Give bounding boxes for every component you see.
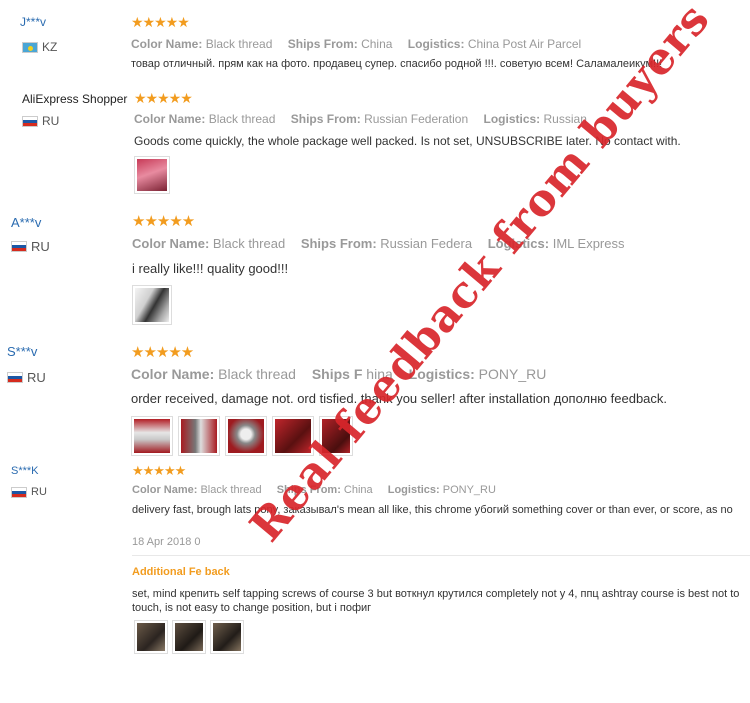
reviewer-name[interactable]: A***v	[11, 215, 41, 230]
review-5: S***K RU ★★★★★ Color Name: Black thread …	[0, 460, 750, 703]
review-meta: Color Name: Black thread Ships F hina Lo…	[131, 366, 558, 382]
kz-flag-icon	[22, 41, 38, 53]
reviewer-name[interactable]: AliExpress Shopper	[22, 92, 127, 106]
ships-value: Russian Federation	[364, 112, 469, 126]
review-meta: Color Name: Black thread Ships From: Chi…	[131, 37, 593, 51]
review-photo[interactable]	[132, 285, 172, 325]
color-label: Color Name:	[132, 484, 198, 496]
logistics-value: IML Express	[552, 236, 625, 251]
color-label: Color Name:	[131, 37, 203, 51]
rating-stars: ★★★★★	[134, 90, 193, 106]
reviewer-name[interactable]: S***v	[7, 344, 37, 359]
rating-stars: ★★★★★	[131, 14, 190, 30]
rating-stars: ★★★★★	[131, 344, 194, 361]
logistics-value: China Post Air Parcel	[467, 37, 582, 51]
review-photo[interactable]	[172, 620, 206, 654]
ships-label: Ships From:	[287, 37, 358, 51]
ships-value: hina	[366, 366, 393, 382]
color-label: Color Name:	[131, 366, 215, 382]
color-label: Color Name:	[134, 112, 206, 126]
reviewer-country: RU	[7, 370, 46, 385]
review-photo[interactable]	[225, 416, 267, 456]
ships-label: Ships From:	[290, 112, 361, 126]
color-value: Black thread	[208, 112, 276, 126]
review-1: J***v KZ ★★★★★ Color Name: Black thread …	[0, 0, 750, 78]
logistics-label: Logistics:	[407, 37, 465, 51]
additional-feedback-label: Additional Fe back	[132, 566, 230, 578]
review-date: 18 Apr 2018 0	[132, 536, 201, 548]
ships-value: China	[361, 37, 393, 51]
review-photo[interactable]	[210, 620, 244, 654]
color-value: Black thread	[200, 484, 262, 496]
color-value: Black thread	[205, 37, 273, 51]
ships-label: Ships From:	[300, 236, 377, 251]
color-label: Color Name:	[132, 236, 210, 251]
reviewer-name[interactable]: S***K	[11, 465, 39, 477]
country-code: RU	[42, 114, 60, 128]
country-code: RU	[31, 486, 47, 498]
ru-flag-icon	[7, 372, 23, 383]
reviewer-country: RU	[11, 486, 47, 498]
review-text: order received, damage not. ord tisfied.…	[131, 391, 668, 406]
logistics-value: PONY_RU	[442, 484, 496, 496]
country-code: RU	[31, 239, 50, 254]
logistics-label: Logistics:	[387, 484, 440, 496]
review-photo[interactable]	[178, 416, 220, 456]
color-value: Black thread	[218, 366, 296, 382]
review-photos	[131, 416, 353, 456]
review-meta: Color Name: Black thread Ships From: Rus…	[134, 112, 599, 126]
review-photo[interactable]	[134, 156, 170, 194]
rating-stars: ★★★★★	[132, 463, 186, 478]
review-photo[interactable]	[131, 416, 173, 456]
review-text: i really like!!! quality good!!!	[132, 261, 289, 276]
reviewer-name[interactable]: J***v	[20, 15, 46, 29]
ru-flag-icon	[11, 241, 27, 252]
review-photos	[134, 620, 244, 654]
review-text: товар отличный. прям как на фото. продав…	[131, 58, 663, 70]
review-2: AliExpress Shopper RU ★★★★★ Color Name: …	[0, 84, 750, 204]
review-photo[interactable]	[134, 620, 168, 654]
logistics-label: Logistics:	[483, 112, 541, 126]
review-3: A***v RU ★★★★★ Color Name: Black thread …	[0, 205, 750, 335]
country-code: KZ	[42, 40, 58, 54]
divider	[132, 555, 750, 556]
additional-feedback-text: set, mind крепить self tapping screws of…	[132, 588, 740, 614]
ships-value: Russian Federa	[380, 236, 473, 251]
logistics-value: PONY_RU	[478, 366, 547, 382]
review-text: delivery fast, brough lats pony, заказыв…	[132, 504, 733, 516]
review-photo[interactable]	[272, 416, 314, 456]
reviewer-country: RU	[11, 239, 50, 254]
ships-label: Ships From:	[276, 484, 341, 496]
ru-flag-icon	[11, 486, 27, 498]
review-text: Goods come quickly, the whole package we…	[134, 134, 681, 148]
reviewer-country: KZ	[22, 40, 57, 54]
review-photo[interactable]	[319, 416, 353, 456]
reviewer-country: RU	[22, 114, 59, 128]
country-code: RU	[27, 370, 46, 385]
review-photos	[134, 156, 170, 194]
review-meta: Color Name: Black thread Ships From: Chi…	[132, 484, 508, 496]
ships-label: Ships F	[311, 366, 363, 382]
logistics-label: Logistics:	[408, 366, 475, 382]
ships-value: China	[343, 484, 373, 496]
ru-flag-icon	[22, 115, 38, 127]
logistics-value: Russian	[543, 112, 587, 126]
review-photos	[132, 285, 172, 325]
color-value: Black thread	[212, 236, 286, 251]
review-meta: Color Name: Black thread Ships From: Rus…	[132, 236, 636, 251]
logistics-label: Logistics:	[487, 236, 550, 251]
review-4: S***v RU ★★★★★ Color Name: Black thread …	[0, 338, 750, 458]
rating-stars: ★★★★★	[132, 213, 195, 230]
